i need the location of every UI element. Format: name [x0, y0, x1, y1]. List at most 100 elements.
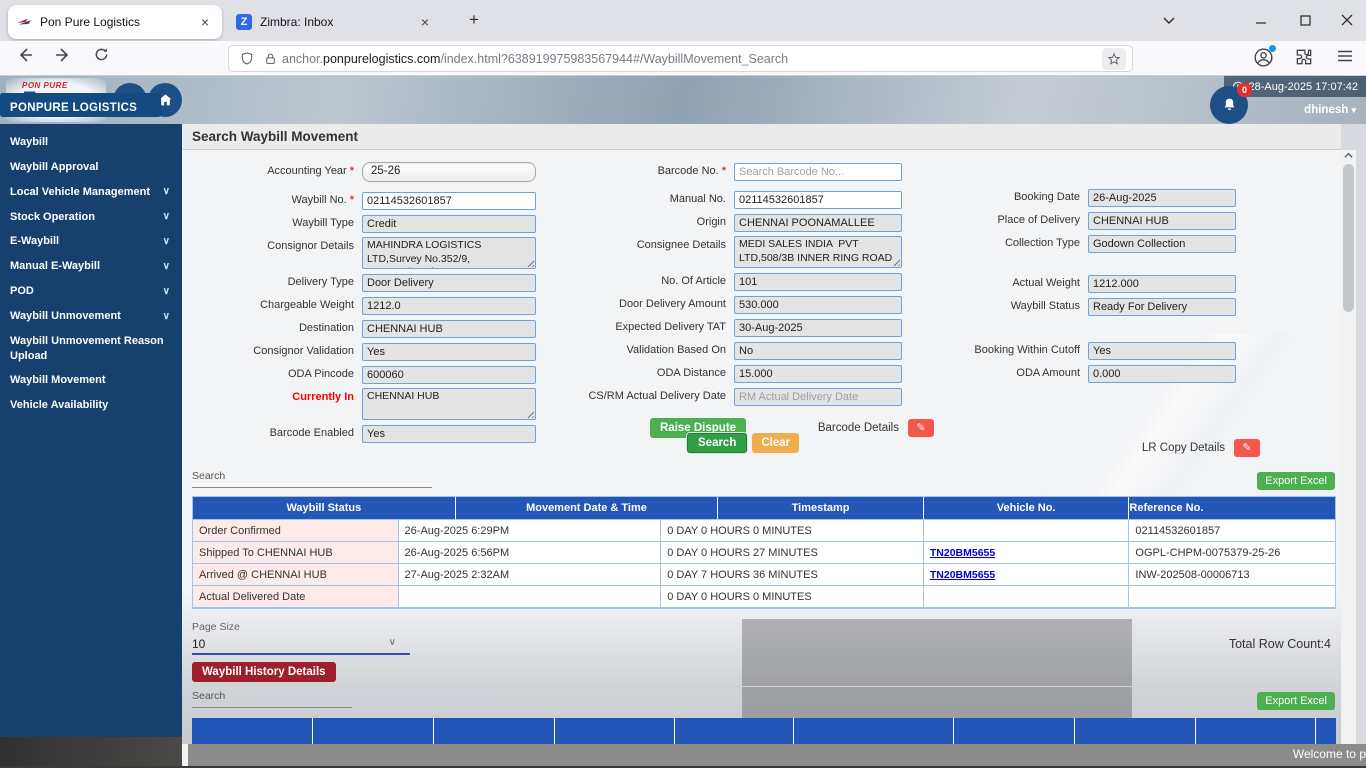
shield-icon[interactable]	[240, 51, 254, 66]
marquee-text: Welcome to p	[1292, 747, 1366, 761]
page-size-label: Page Size	[192, 621, 240, 633]
history-column-header[interactable]	[555, 718, 675, 744]
header-menu-button[interactable]: PONPURE LOGISTICS	[0, 93, 162, 117]
account-icon[interactable]	[1253, 45, 1276, 68]
field-consignor-validation: Consignor Validation	[190, 342, 556, 361]
waybill-history-details-button[interactable]: Waybill History Details	[192, 662, 336, 682]
no-of-article-label: No. Of Article	[661, 275, 726, 287]
sidebar-item[interactable]: Waybill Unmovement ∨	[0, 304, 182, 329]
validation-based-on-input	[734, 342, 902, 360]
expected-delivery-tat-label: Expected Delivery TAT	[615, 321, 726, 333]
history-column-header[interactable]	[1316, 718, 1336, 744]
tab-pon-pure-logistics[interactable]: Pon Pure Logistics ×	[8, 5, 222, 39]
column-header[interactable]: Vehicle No.	[924, 497, 1130, 519]
status-marquee: Welcome to p	[188, 744, 1366, 766]
history-column-header[interactable]	[675, 718, 794, 744]
clear-button[interactable]: Clear	[752, 433, 800, 453]
manual-no-input[interactable]	[734, 191, 902, 209]
main-content: Search Waybill Movement Accounting Year *…	[182, 124, 1341, 768]
sidebar-item[interactable]: Vehicle Availability	[0, 393, 182, 418]
history-column-header[interactable]	[1075, 718, 1196, 744]
expected-delivery-tat-input	[734, 319, 902, 337]
movement-table-tools: Search Export Excel	[192, 470, 1335, 496]
notifications-bell-button[interactable]: 0	[1210, 83, 1252, 124]
vehicle-link[interactable]: TN20BM5655	[930, 569, 995, 581]
history-column-header[interactable]	[192, 718, 313, 744]
sidebar-item[interactable]: Waybill	[0, 130, 182, 155]
field-cs-rm-actual-delivery-date: CS/RM Actual Delivery Date	[584, 387, 934, 406]
window-minimize-button[interactable]	[1244, 5, 1278, 35]
cell-reference-no: INW-202508-00006713	[1129, 563, 1335, 585]
cell-waybill-status: Arrived @ CHENNAI HUB	[193, 563, 399, 585]
table-search-input[interactable]: Search	[192, 470, 432, 488]
chevron-down-icon: ∨	[162, 211, 170, 223]
lock-icon[interactable]	[264, 52, 277, 66]
scroll-up-icon[interactable]	[1341, 150, 1356, 163]
history-column-header[interactable]	[1196, 718, 1316, 744]
page-size-select[interactable]: 10 ∨	[192, 637, 410, 655]
oda-pincode-input	[362, 366, 536, 384]
forward-button[interactable]	[50, 47, 76, 67]
tab-list-chevron-icon[interactable]	[1152, 5, 1186, 35]
chargeable-weight-label: Chargeable Weight	[260, 299, 354, 311]
delivery-type-label: Delivery Type	[287, 276, 354, 288]
sidebar-item[interactable]: E-Waybill ∨	[0, 229, 182, 254]
reload-button[interactable]	[88, 47, 114, 66]
address-bar[interactable]: anchor.ponpurelogistics.com/index.html?6…	[228, 45, 1133, 72]
form-column-left: Accounting Year* 25-26 Waybill No.* Wayb…	[190, 150, 556, 447]
header-menu-label: PONPURE LOGISTICS	[10, 102, 138, 114]
export-excel-button[interactable]: Export Excel	[1257, 472, 1335, 490]
chevron-down-icon: ∨	[162, 186, 170, 198]
cell-timestamp: 0 DAY 0 HOURS 0 MINUTES	[661, 519, 924, 541]
vehicle-link[interactable]: TN20BM5655	[930, 547, 995, 559]
scrollbar-thumb[interactable]	[1343, 164, 1354, 312]
accounting-year-select[interactable]: 25-26	[362, 162, 536, 182]
total-row-count: Total Row Count:4	[1228, 637, 1331, 651]
sidebar-item-label: Waybill Approval	[10, 160, 99, 173]
export-excel-button[interactable]: Export Excel	[1257, 692, 1335, 710]
sidebar-item[interactable]: Waybill Unmovement Reason Upload	[0, 329, 182, 369]
barcode-details-edit-button[interactable]: ✎	[908, 419, 934, 437]
site-favicon	[16, 13, 32, 32]
history-column-header[interactable]	[313, 718, 434, 744]
door-delivery-amount-input	[734, 296, 902, 314]
oda-amount-label: ODA Amount	[1016, 367, 1080, 379]
back-button[interactable]	[12, 47, 38, 67]
tab-close-icon[interactable]: ×	[196, 14, 214, 30]
search-button[interactable]: Search	[687, 433, 748, 453]
history-search-input[interactable]: Search	[192, 690, 352, 708]
user-menu[interactable]: dhinesh ▾	[1304, 104, 1356, 116]
consignor-details-label: Consignor Details	[267, 240, 354, 252]
sidebar-item[interactable]: POD ∨	[0, 279, 182, 304]
browser-menu-icon[interactable]	[1336, 47, 1354, 65]
sidebar-item[interactable]: Local Vehicle Management ∨	[0, 180, 182, 205]
collection-type-label: Collection Type	[1004, 237, 1080, 249]
vertical-scrollbar[interactable]	[1341, 150, 1356, 755]
history-column-header[interactable]	[434, 718, 555, 744]
extensions-puzzle-icon[interactable]	[1294, 47, 1314, 67]
bookmark-star-icon[interactable]	[1102, 47, 1126, 70]
window-close-button[interactable]	[1330, 5, 1364, 35]
tab-zimbra-inbox[interactable]: Z Zimbra: Inbox ×	[228, 5, 442, 39]
sidebar-item[interactable]: Manual E-Waybill ∨	[0, 254, 182, 279]
new-tab-button[interactable]: +	[462, 10, 486, 30]
cs-rm-actual-delivery-date-input[interactable]	[734, 388, 902, 406]
sidebar-item[interactable]: Waybill Approval	[0, 155, 182, 180]
column-header[interactable]: Timestamp	[718, 497, 924, 519]
waybill-no-input[interactable]	[362, 192, 536, 210]
window-maximize-button[interactable]	[1288, 5, 1322, 35]
column-header[interactable]: Reference No.	[1129, 497, 1203, 519]
sidebar-item[interactable]: Waybill Movement	[0, 368, 182, 393]
history-column-header[interactable]	[794, 718, 954, 744]
column-header[interactable]: Movement Date & Time	[456, 497, 719, 519]
actual-weight-label: Actual Weight	[1012, 277, 1080, 289]
sidebar-item[interactable]: Stock Operation ∨	[0, 205, 182, 230]
tab-close-icon[interactable]: ×	[416, 14, 434, 30]
lr-copy-details-edit-button[interactable]: ✎	[1234, 439, 1260, 457]
history-column-header[interactable]	[954, 718, 1075, 744]
history-table-header-row	[192, 718, 1336, 744]
barcode-no-input[interactable]	[734, 163, 902, 181]
sidebar-item-label: Local Vehicle Management	[10, 185, 150, 198]
column-header[interactable]: Waybill Status	[193, 497, 456, 519]
required-asterisk: *	[349, 194, 354, 206]
